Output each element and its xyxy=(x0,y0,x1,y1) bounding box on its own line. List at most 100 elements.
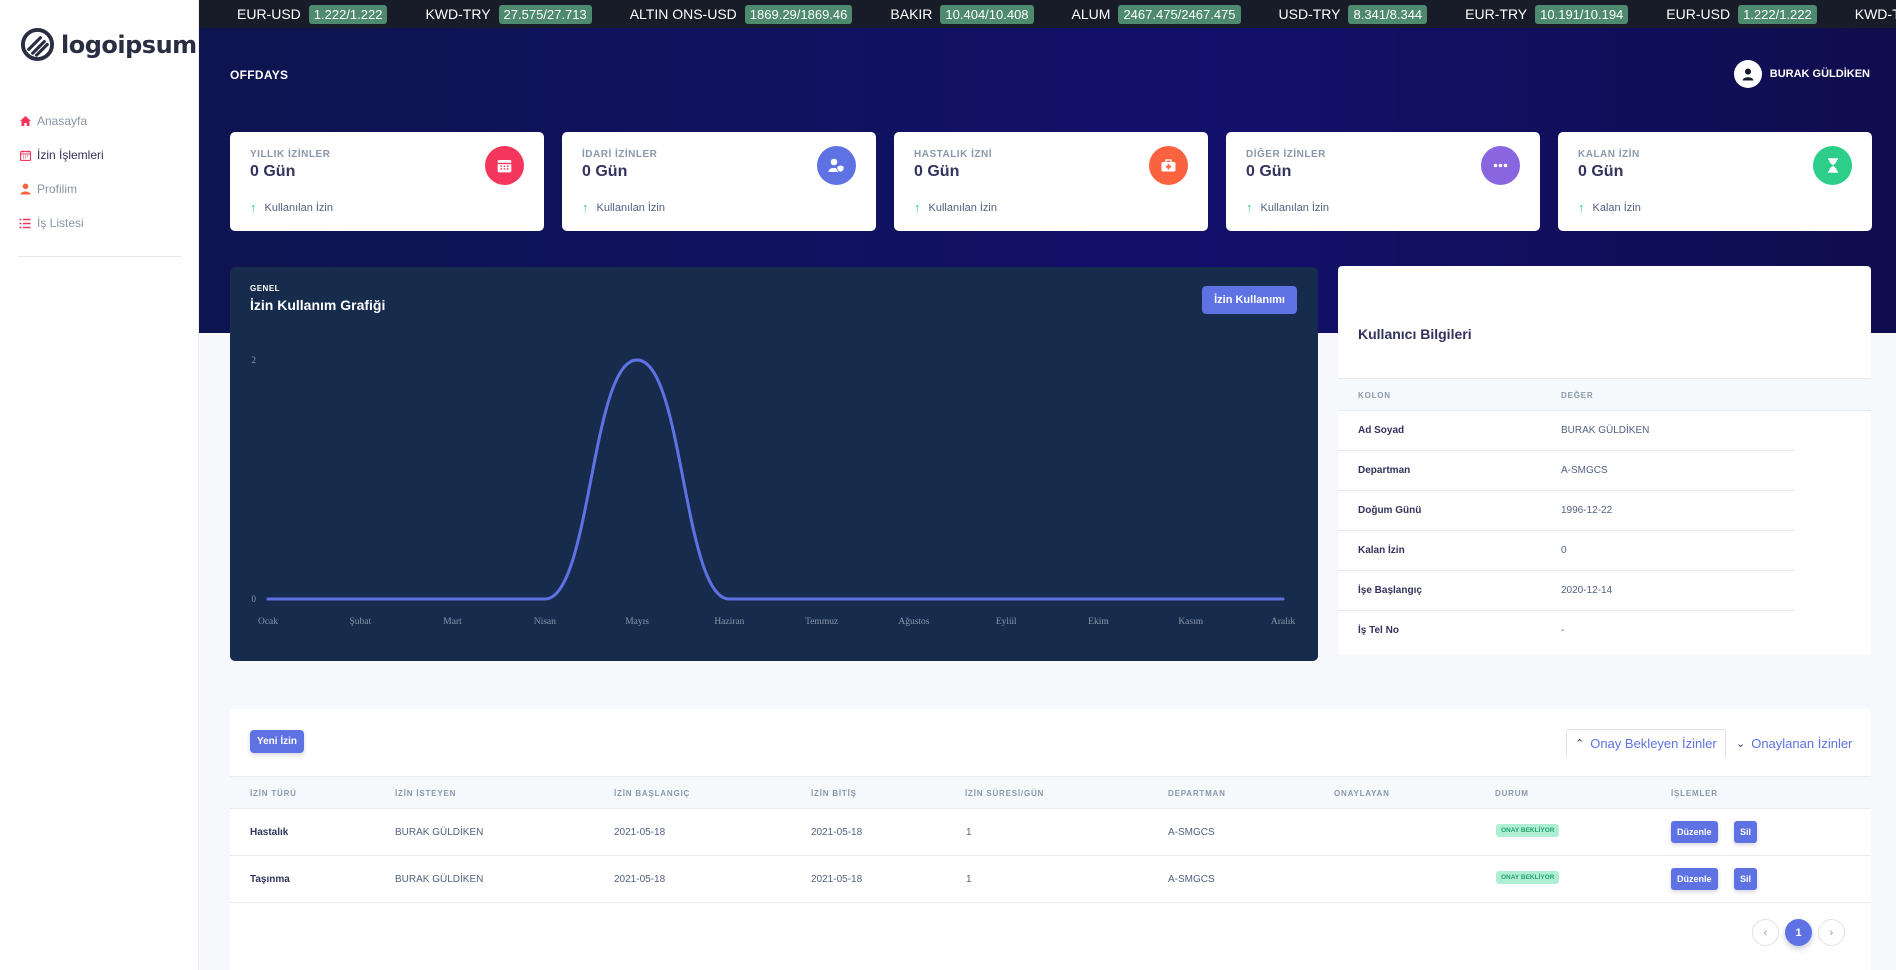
stat-footer: ↑ Kalan İzin xyxy=(1578,200,1641,215)
sidebar-item-is-listesi[interactable]: İş Listesi xyxy=(18,206,181,240)
user-info-card: Kullanıcı Bilgileri KOLON DEĞER Ad Soyad… xyxy=(1338,266,1871,655)
stat-label: KALAN İZİN xyxy=(1578,149,1640,160)
stat-value: 0 Gün xyxy=(1246,163,1292,180)
leave-type: Hastalık xyxy=(250,827,289,838)
new-leave-button[interactable]: Yeni İzin xyxy=(250,730,305,753)
info-value: 0 xyxy=(1561,545,1567,556)
stat-footer: ↑ Kullanılan İzin xyxy=(1246,200,1329,215)
status-badge: ONAY BEKLİYOR xyxy=(1496,871,1560,884)
column-header: İZİN BİTİŞ xyxy=(811,789,857,798)
ticker-item: BAKIR 10.404/10.408 xyxy=(890,4,1034,24)
stat-label: HASTALIK İZNİ xyxy=(914,149,992,160)
column-header: DEPARTMAN xyxy=(1168,789,1226,798)
column-header: İZİN İSTEYEN xyxy=(395,789,457,798)
stat-label: DİĞER İZİNLER xyxy=(1246,149,1326,160)
info-value: BURAK GÜLDİKEN xyxy=(1561,425,1650,436)
column-header: İZİN BAŞLANGIÇ xyxy=(614,789,691,798)
currency-ticker: EUR-USD 1.222/1.222 KWD-TRY 27.575/27.713 … xyxy=(199,0,1896,28)
sidebar-item-label: Anasayfa xyxy=(37,114,88,128)
user-info-header: KOLON DEĞER xyxy=(1338,378,1871,411)
pagination-next-button[interactable]: › xyxy=(1818,919,1845,946)
tab-pending-leaves[interactable]: ⌃ Onay Bekleyen İzinler xyxy=(1566,729,1726,757)
stat-card-diger: DİĞER İZİNLER 0 Gün ↑ Kullanılan İzin xyxy=(1226,132,1540,231)
arrow-up-icon: ↑ xyxy=(1578,200,1585,215)
department: A-SMGCS xyxy=(1168,874,1215,885)
stat-card-idari: İDARİ İZİNLER 0 Gün ↑ Kullanılan İzin xyxy=(562,132,876,231)
info-key: İşe Başlangıç xyxy=(1358,585,1422,596)
arrow-up-icon: ↑ xyxy=(914,200,921,215)
x-tick-label: Ocak xyxy=(258,617,278,627)
stat-label: İDARİ İZİNLER xyxy=(582,149,658,160)
leave-usage-button[interactable]: İzin Kullanımı xyxy=(1202,286,1297,314)
tab-label: Onaylanan İzinler xyxy=(1751,735,1853,751)
ticker-item: ALUM 2467.475/2467.475 xyxy=(1072,4,1241,24)
series-line xyxy=(266,358,1285,601)
user-info-row: Kalan İzin 0 xyxy=(1338,531,1794,571)
user-info-row: İş Tel No - xyxy=(1338,611,1794,651)
stat-footer-text: Kullanılan İzin xyxy=(1260,201,1330,214)
ticker-item: KWD-TRY 27.575/27.713 xyxy=(425,4,592,24)
user-info-row: Doğum Günü 1996-12-22 xyxy=(1338,491,1794,531)
logo-mark-icon xyxy=(20,27,55,62)
tab-label: Onay Bekleyen İzinler xyxy=(1590,735,1717,751)
user-menu[interactable]: BURAK GÜLDİKEN xyxy=(1733,60,1870,88)
pagination-page-button[interactable]: 1 xyxy=(1785,919,1812,946)
delete-button[interactable]: Sil xyxy=(1734,821,1758,843)
stat-footer: ↑ Kullanılan İzin xyxy=(914,200,997,215)
user-icon xyxy=(18,182,32,196)
stat-value: 0 Gün xyxy=(582,163,628,180)
info-key: Kalan İzin xyxy=(1358,545,1405,556)
arrow-up-icon: ↑ xyxy=(250,200,257,215)
pagination-prev-button[interactable]: ‹ xyxy=(1752,919,1779,946)
sidebar-divider xyxy=(18,256,181,257)
sidebar-item-label: İş Listesi xyxy=(37,216,84,230)
chart-title: İzin Kullanım Grafiği xyxy=(250,297,386,313)
status-badge: ONAY BEKLİYOR xyxy=(1496,824,1560,837)
leave-usage-chart: 2 0 Ocak Şubat Mart Nisan Mayıs Haziran Temmuz Ağ… xyxy=(252,355,1296,627)
column-header: DURUM xyxy=(1495,789,1529,798)
end-date: 2021-05-18 xyxy=(811,827,863,838)
duration-days: 1 xyxy=(966,874,972,885)
x-tick-label: Aralık xyxy=(1271,617,1296,627)
avatar xyxy=(1733,60,1762,88)
y-tick-label: 2 xyxy=(252,355,257,365)
arrow-up-icon: ↑ xyxy=(1246,200,1253,215)
edit-button[interactable]: Düzenle xyxy=(1671,821,1718,843)
requester: BURAK GÜLDİKEN xyxy=(395,874,484,885)
delete-button[interactable]: Sil xyxy=(1734,868,1758,890)
stat-card-yillik: YILLIK İZİNLER 0 Gün ↑ Kullanılan İzin xyxy=(230,132,544,231)
ticker-item: KWD-TRY xyxy=(1854,6,1896,22)
stat-footer: ↑ Kullanılan İzin xyxy=(250,200,333,215)
home-icon xyxy=(18,114,32,128)
user-name: BURAK GÜLDİKEN xyxy=(1769,68,1870,80)
edit-button[interactable]: Düzenle xyxy=(1671,868,1718,890)
arrow-up-icon: ↑ xyxy=(582,200,589,215)
ticker-item: ALTIN ONS-USD 1869.29/1869.46 xyxy=(630,4,853,24)
sidebar-item-profilim[interactable]: Profilim xyxy=(18,172,181,206)
list-icon xyxy=(18,216,32,230)
info-key: Doğum Günü xyxy=(1358,505,1422,516)
duration-days: 1 xyxy=(966,827,972,838)
x-tick-label: Mart xyxy=(443,617,462,627)
stat-label: YILLIK İZİNLER xyxy=(250,149,331,160)
x-tick-label: Ekim xyxy=(1088,617,1109,627)
info-key: Departman xyxy=(1358,465,1411,476)
sidebar: logoipsum Anasayfa İzin İşlemleri Profil… xyxy=(0,0,199,970)
y-tick-label: 0 xyxy=(252,594,257,604)
column-header: ONAYLAYAN xyxy=(1334,789,1390,798)
logo[interactable]: logoipsum xyxy=(20,27,197,62)
sidebar-nav: Anasayfa İzin İşlemleri Profilim İş List… xyxy=(18,104,181,257)
tab-approved-leaves[interactable]: ⌄ Onaylanan İzinler xyxy=(1728,729,1860,757)
stat-footer-text: Kullanılan İzin xyxy=(596,201,666,214)
x-tick-label: Nisan xyxy=(534,617,556,627)
calendar-icon xyxy=(18,148,32,162)
requester: BURAK GÜLDİKEN xyxy=(395,827,484,838)
stat-footer: ↑ Kullanılan İzin xyxy=(582,200,665,215)
info-key: Ad Soyad xyxy=(1358,425,1405,436)
hourglass-icon xyxy=(1813,146,1852,185)
sidebar-item-anasayfa[interactable]: Anasayfa xyxy=(18,104,181,138)
stat-value: 0 Gün xyxy=(914,163,960,180)
sidebar-item-label: Profilim xyxy=(37,182,78,196)
x-tick-label: Temmuz xyxy=(805,617,838,627)
sidebar-item-izin-islemleri[interactable]: İzin İşlemleri xyxy=(18,138,181,172)
